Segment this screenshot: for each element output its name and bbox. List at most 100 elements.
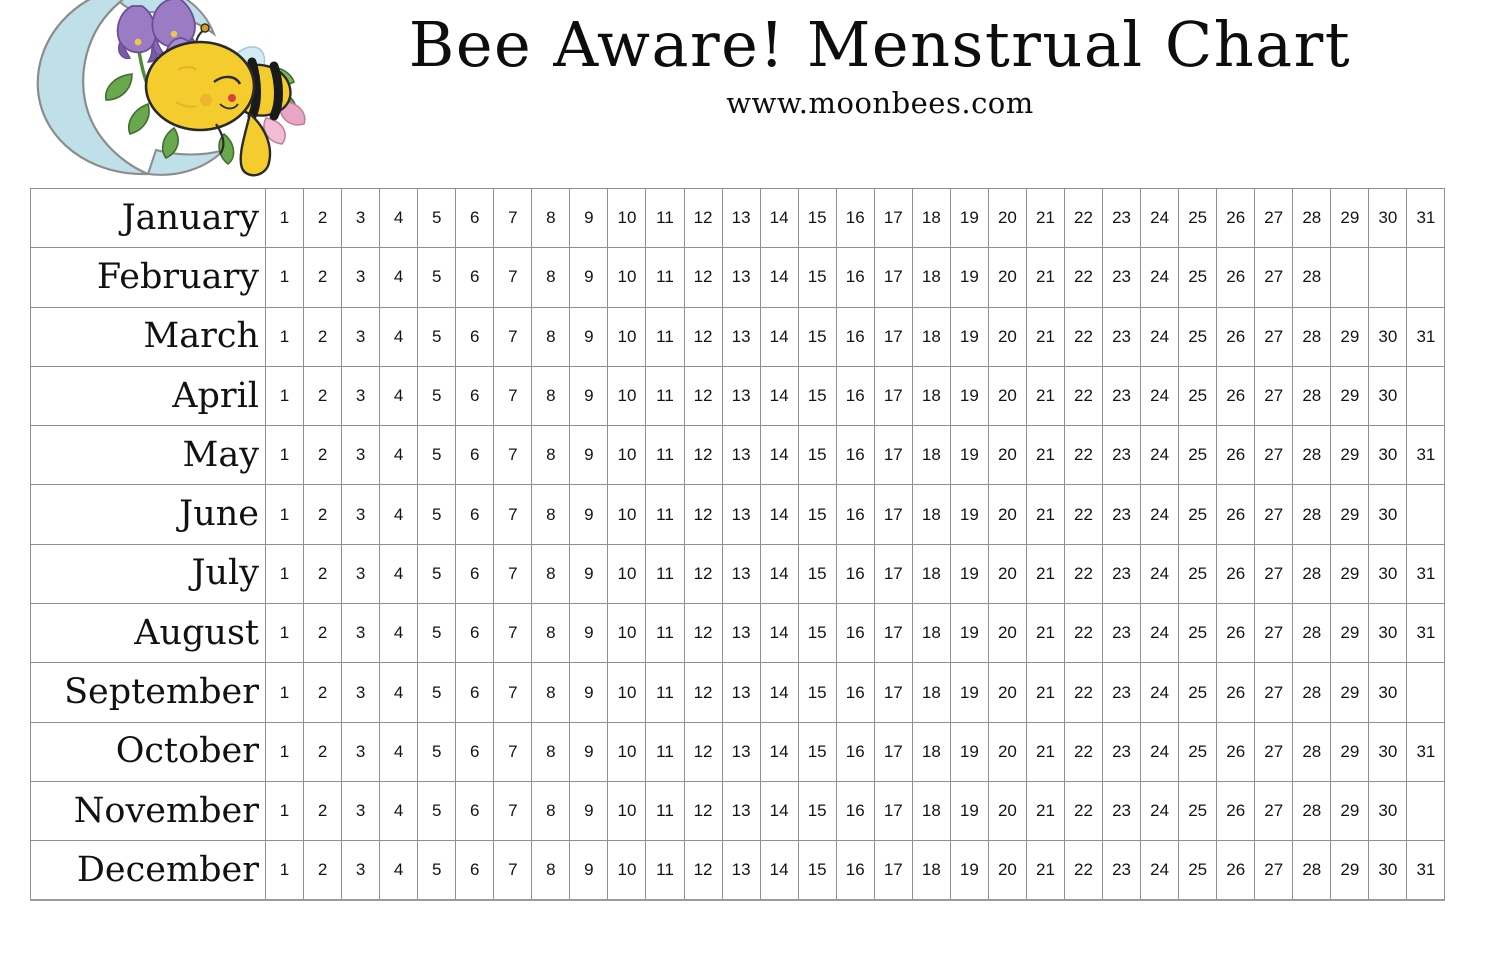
day-cell-september-6[interactable]: 6 — [455, 662, 495, 723]
day-cell-empty[interactable] — [1406, 662, 1446, 723]
day-cell-november-29[interactable]: 29 — [1330, 780, 1370, 842]
day-cell-september-21[interactable]: 21 — [1025, 662, 1065, 723]
day-cell-november-11[interactable]: 11 — [645, 780, 685, 842]
day-cell-june-5[interactable]: 5 — [417, 484, 457, 545]
day-cell-june-29[interactable]: 29 — [1330, 484, 1370, 545]
day-cell-empty[interactable] — [1406, 365, 1446, 427]
day-cell-october-28[interactable]: 28 — [1292, 721, 1332, 782]
day-cell-january-4[interactable]: 4 — [379, 187, 419, 249]
day-cell-december-6[interactable]: 6 — [455, 840, 495, 901]
day-cell-july-17[interactable]: 17 — [873, 543, 913, 605]
day-cell-july-2[interactable]: 2 — [303, 543, 343, 605]
day-cell-april-5[interactable]: 5 — [417, 365, 457, 427]
day-cell-january-29[interactable]: 29 — [1330, 187, 1370, 249]
day-cell-october-18[interactable]: 18 — [911, 721, 951, 782]
day-cell-may-24[interactable]: 24 — [1140, 425, 1180, 486]
day-cell-april-21[interactable]: 21 — [1025, 365, 1065, 427]
day-cell-september-14[interactable]: 14 — [759, 662, 799, 723]
day-cell-february-25[interactable]: 25 — [1178, 247, 1218, 308]
day-cell-july-21[interactable]: 21 — [1025, 543, 1065, 605]
day-cell-october-30[interactable]: 30 — [1368, 721, 1408, 782]
day-cell-july-7[interactable]: 7 — [493, 543, 533, 605]
day-cell-october-2[interactable]: 2 — [303, 721, 343, 782]
day-cell-august-13[interactable]: 13 — [721, 603, 761, 664]
day-cell-august-25[interactable]: 25 — [1178, 603, 1218, 664]
day-cell-october-23[interactable]: 23 — [1102, 721, 1142, 782]
day-cell-february-13[interactable]: 13 — [721, 247, 761, 308]
day-cell-july-10[interactable]: 10 — [607, 543, 647, 605]
day-cell-march-13[interactable]: 13 — [721, 306, 761, 367]
day-cell-april-16[interactable]: 16 — [835, 365, 875, 427]
day-cell-september-2[interactable]: 2 — [303, 662, 343, 723]
day-cell-december-31[interactable]: 31 — [1406, 840, 1446, 901]
day-cell-april-6[interactable]: 6 — [455, 365, 495, 427]
day-cell-august-16[interactable]: 16 — [835, 603, 875, 664]
day-cell-may-6[interactable]: 6 — [455, 425, 495, 486]
day-cell-december-14[interactable]: 14 — [759, 840, 799, 901]
day-cell-april-27[interactable]: 27 — [1254, 365, 1294, 427]
day-cell-april-4[interactable]: 4 — [379, 365, 419, 427]
day-cell-september-12[interactable]: 12 — [683, 662, 723, 723]
day-cell-august-19[interactable]: 19 — [949, 603, 989, 664]
day-cell-december-28[interactable]: 28 — [1292, 840, 1332, 901]
day-cell-july-11[interactable]: 11 — [645, 543, 685, 605]
day-cell-march-6[interactable]: 6 — [455, 306, 495, 367]
day-cell-september-18[interactable]: 18 — [911, 662, 951, 723]
day-cell-june-19[interactable]: 19 — [949, 484, 989, 545]
day-cell-july-18[interactable]: 18 — [911, 543, 951, 605]
day-cell-january-17[interactable]: 17 — [873, 187, 913, 249]
day-cell-april-23[interactable]: 23 — [1102, 365, 1142, 427]
day-cell-september-4[interactable]: 4 — [379, 662, 419, 723]
day-cell-january-30[interactable]: 30 — [1368, 187, 1408, 249]
day-cell-march-3[interactable]: 3 — [341, 306, 381, 367]
day-cell-january-28[interactable]: 28 — [1292, 187, 1332, 249]
day-cell-august-24[interactable]: 24 — [1140, 603, 1180, 664]
day-cell-april-8[interactable]: 8 — [531, 365, 571, 427]
day-cell-november-10[interactable]: 10 — [607, 780, 647, 842]
day-cell-december-26[interactable]: 26 — [1216, 840, 1256, 901]
day-cell-november-2[interactable]: 2 — [303, 780, 343, 842]
day-cell-may-15[interactable]: 15 — [797, 425, 837, 486]
day-cell-october-27[interactable]: 27 — [1254, 721, 1294, 782]
day-cell-june-22[interactable]: 22 — [1063, 484, 1104, 545]
day-cell-january-6[interactable]: 6 — [455, 187, 495, 249]
day-cell-december-7[interactable]: 7 — [493, 840, 533, 901]
day-cell-august-23[interactable]: 23 — [1102, 603, 1142, 664]
day-cell-june-7[interactable]: 7 — [493, 484, 533, 545]
day-cell-september-16[interactable]: 16 — [835, 662, 875, 723]
day-cell-august-17[interactable]: 17 — [873, 603, 913, 664]
day-cell-january-9[interactable]: 9 — [569, 187, 609, 249]
day-cell-march-19[interactable]: 19 — [949, 306, 989, 367]
day-cell-april-10[interactable]: 10 — [607, 365, 647, 427]
day-cell-june-30[interactable]: 30 — [1368, 484, 1408, 545]
day-cell-november-30[interactable]: 30 — [1368, 780, 1408, 842]
day-cell-november-4[interactable]: 4 — [379, 780, 419, 842]
day-cell-april-30[interactable]: 30 — [1368, 365, 1408, 427]
day-cell-january-14[interactable]: 14 — [759, 187, 799, 249]
day-cell-july-1[interactable]: 1 — [264, 543, 305, 605]
day-cell-april-1[interactable]: 1 — [264, 365, 305, 427]
day-cell-march-24[interactable]: 24 — [1140, 306, 1180, 367]
day-cell-june-10[interactable]: 10 — [607, 484, 647, 545]
day-cell-august-7[interactable]: 7 — [493, 603, 533, 664]
day-cell-february-7[interactable]: 7 — [493, 247, 533, 308]
day-cell-january-16[interactable]: 16 — [835, 187, 875, 249]
day-cell-november-13[interactable]: 13 — [721, 780, 761, 842]
day-cell-april-19[interactable]: 19 — [949, 365, 989, 427]
day-cell-february-26[interactable]: 26 — [1216, 247, 1256, 308]
day-cell-march-2[interactable]: 2 — [303, 306, 343, 367]
day-cell-september-13[interactable]: 13 — [721, 662, 761, 723]
day-cell-july-25[interactable]: 25 — [1178, 543, 1218, 605]
day-cell-december-15[interactable]: 15 — [797, 840, 837, 901]
day-cell-july-23[interactable]: 23 — [1102, 543, 1142, 605]
day-cell-november-23[interactable]: 23 — [1102, 780, 1142, 842]
day-cell-november-26[interactable]: 26 — [1216, 780, 1256, 842]
day-cell-october-25[interactable]: 25 — [1178, 721, 1218, 782]
day-cell-october-20[interactable]: 20 — [987, 721, 1027, 782]
day-cell-december-20[interactable]: 20 — [987, 840, 1027, 901]
day-cell-june-20[interactable]: 20 — [987, 484, 1027, 545]
day-cell-february-2[interactable]: 2 — [303, 247, 343, 308]
day-cell-march-23[interactable]: 23 — [1102, 306, 1142, 367]
day-cell-june-3[interactable]: 3 — [341, 484, 381, 545]
day-cell-february-24[interactable]: 24 — [1140, 247, 1180, 308]
